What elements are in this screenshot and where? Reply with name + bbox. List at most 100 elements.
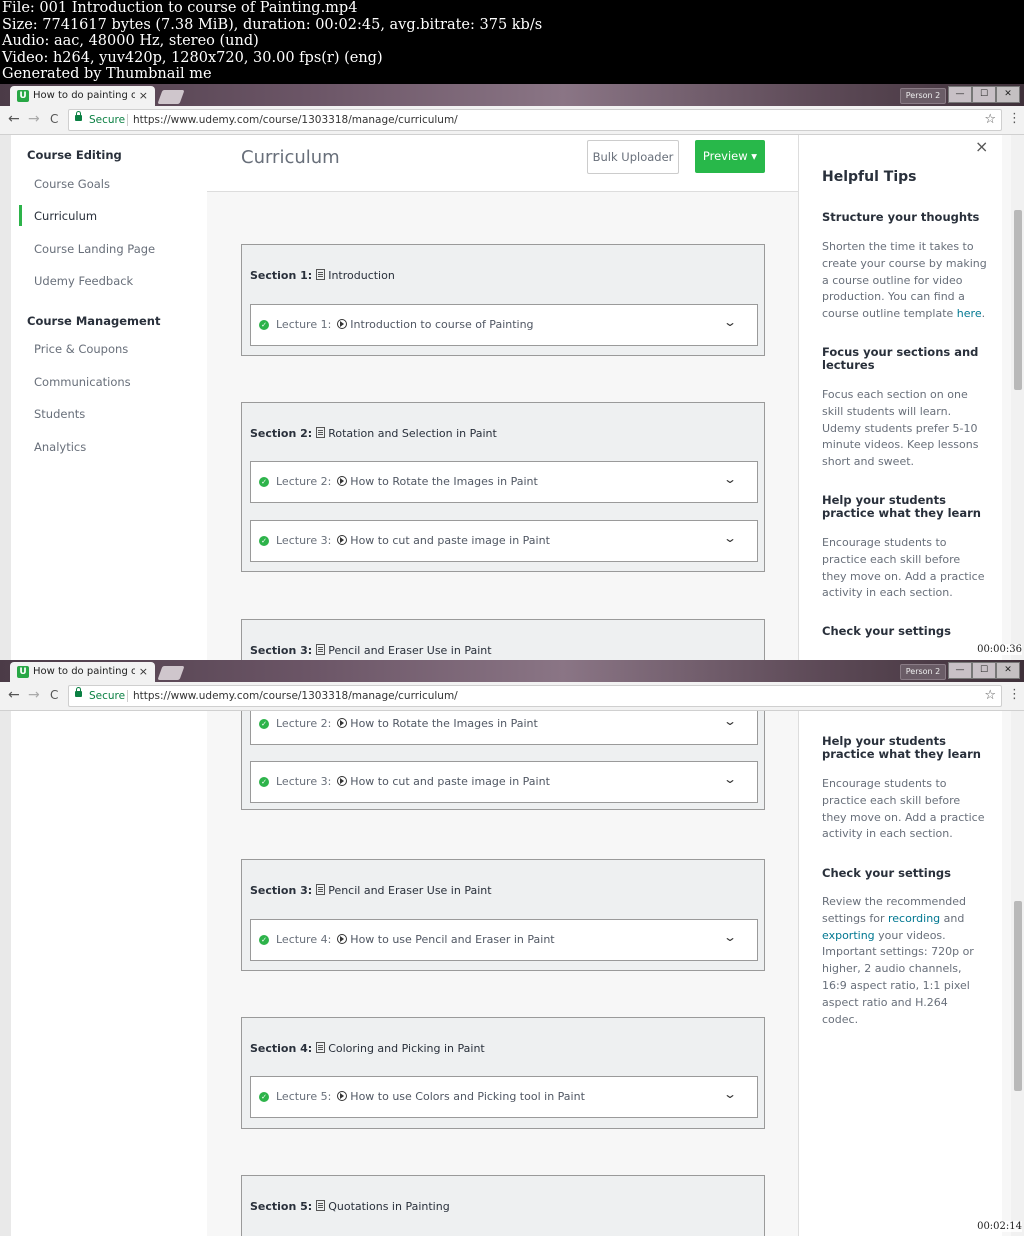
lecture-title: How to Rotate the Images in Paint: [350, 475, 538, 488]
section-title: Section 4: Coloring and Picking in Paint: [250, 1042, 485, 1055]
section-label: Section 2:: [250, 427, 313, 440]
preview-button[interactable]: Preview ▾: [695, 140, 765, 173]
browser-menu-icon[interactable]: ⋮: [1008, 687, 1021, 702]
scrollbar[interactable]: [1011, 711, 1024, 1236]
scrollbar-thumb[interactable]: [1014, 210, 1022, 390]
chevron-down-icon[interactable]: ⌄: [723, 930, 737, 944]
secure-label: Secure: [89, 690, 126, 702]
lecture-title: How to cut and paste image in Paint: [350, 775, 550, 788]
lecture-row[interactable]: ✓ Lecture 3: How to cut and paste image i…: [250, 761, 758, 803]
profile-button[interactable]: Person 2: [900, 664, 946, 680]
page-content: Course Editing Course Goals Curriculum C…: [0, 135, 1024, 660]
section-title: Section 3: Pencil and Eraser Use in Paint: [250, 884, 492, 897]
tip-text-practice: Encourage students to practice each skil…: [822, 777, 985, 841]
lecture-row[interactable]: ✓ Lecture 4: How to use Pencil and Eraser…: [250, 919, 758, 961]
helpful-tips-panel: Help your students practice what they le…: [798, 711, 1002, 1236]
section-title: Section 3: Pencil and Eraser Use in Paint: [250, 644, 492, 657]
lecture-title: How to cut and paste image in Paint: [350, 534, 550, 547]
new-tab-button[interactable]: [157, 666, 185, 680]
play-icon: [337, 718, 348, 728]
sidebar-item-students[interactable]: Students: [34, 407, 85, 421]
minimize-button[interactable]: —: [948, 86, 972, 103]
reload-icon[interactable]: C: [50, 112, 58, 126]
tip-heading-focus: Focus your sections and lectures: [822, 345, 979, 372]
size-line: Size: 7741617 bytes (7.38 MiB), duration…: [2, 16, 543, 33]
tab-close-icon[interactable]: ×: [139, 86, 148, 106]
forward-icon[interactable]: →: [28, 687, 40, 703]
maximize-button[interactable]: ☐: [972, 86, 996, 103]
sidebar-item-analytics[interactable]: Analytics: [34, 440, 86, 454]
reload-icon[interactable]: C: [50, 688, 58, 702]
profile-button[interactable]: Person 2: [900, 88, 946, 104]
sidebar-item-curriculum[interactable]: Curriculum: [34, 209, 97, 223]
sidebar-item-communications[interactable]: Communications: [34, 375, 131, 389]
tab-title: How to do painting on C: [33, 666, 135, 677]
left-edge: [0, 711, 11, 1236]
recording-link[interactable]: recording: [888, 912, 940, 925]
lecture-label: Lecture 3:: [276, 534, 332, 547]
address-bar: ← → C Secure https://www.udemy.com/cours…: [0, 106, 1024, 135]
bulk-uploader-button[interactable]: Bulk Uploader: [587, 140, 679, 174]
sidebar-item-udemy-feedback[interactable]: Udemy Feedback: [34, 274, 133, 288]
scrollbar-thumb[interactable]: [1014, 901, 1022, 1091]
lecture-row[interactable]: ✓ Lecture 1: Introduction to course of Pa…: [250, 304, 758, 346]
bookmark-star-icon[interactable]: ☆: [984, 110, 996, 130]
chevron-down-icon[interactable]: ⌄: [723, 1087, 737, 1101]
chevron-down-icon[interactable]: ⌄: [723, 472, 737, 486]
file-line: File: 001 Introduction to course of Pain…: [2, 0, 358, 16]
section-card: Section 2: Rotation and Selection in Pain…: [241, 402, 765, 572]
tab-close-icon[interactable]: ×: [139, 662, 148, 682]
tab-strip: U How to do painting on C × Person 2 — ☐…: [0, 660, 1024, 682]
back-icon[interactable]: ←: [8, 687, 20, 703]
browser-tab[interactable]: U How to do painting on C ×: [10, 86, 155, 106]
scrollbar[interactable]: [1011, 135, 1024, 660]
document-icon: [316, 884, 326, 895]
sidebar-item-course-goals[interactable]: Course Goals: [34, 177, 110, 191]
sidebar-item-landing-page[interactable]: Course Landing Page: [34, 242, 155, 256]
section-title: Section 1: Introduction: [250, 269, 395, 282]
close-window-button[interactable]: ✕: [996, 86, 1020, 103]
lecture-label: Lecture 3:: [276, 775, 332, 788]
url-text: https://www.udemy.com/course/1303318/man…: [133, 114, 458, 126]
video-info-header: File: 001 Introduction to course of Pain…: [0, 0, 1024, 84]
play-icon: [337, 1091, 348, 1101]
url-input[interactable]: Secure https://www.udemy.com/course/1303…: [68, 685, 1002, 707]
lecture-row[interactable]: ✓ Lecture 5: How to use Colors and Pickin…: [250, 1076, 758, 1118]
browser-tab[interactable]: U How to do painting on C ×: [10, 662, 155, 682]
lecture-text: Lecture 1: Introduction to course of Pain…: [276, 318, 534, 331]
lecture-title: How to Rotate the Images in Paint: [350, 717, 538, 730]
chevron-down-icon[interactable]: ⌄: [723, 772, 737, 786]
section-card: Section 5: Quotations in Painting: [241, 1175, 765, 1236]
play-icon: [337, 535, 348, 545]
check-circle-icon: ✓: [259, 1092, 269, 1102]
browser-menu-icon[interactable]: ⋮: [1008, 111, 1021, 126]
forward-icon[interactable]: →: [28, 111, 40, 127]
bookmark-star-icon[interactable]: ☆: [984, 686, 996, 706]
play-icon: [337, 319, 348, 329]
template-link[interactable]: here: [957, 307, 982, 320]
close-icon[interactable]: ×: [975, 137, 988, 156]
lecture-row[interactable]: ✓ Lecture 2: How to Rotate the Images in …: [250, 461, 758, 503]
chevron-down-icon[interactable]: ⌄: [723, 714, 737, 728]
chevron-down-icon[interactable]: ⌄: [723, 531, 737, 545]
play-icon: [337, 776, 348, 786]
lecture-row[interactable]: ✓ Lecture 2: How to Rotate the Images in …: [250, 711, 758, 745]
page-title: Curriculum: [241, 147, 340, 168]
exporting-link[interactable]: exporting: [822, 929, 875, 942]
chevron-down-icon[interactable]: ⌄: [723, 315, 737, 329]
course-sidebar: Course Editing Course Goals Curriculum C…: [11, 135, 207, 660]
tip-heading-practice: Help your students practice what they le…: [822, 493, 981, 520]
lecture-text: Lecture 2: How to Rotate the Images in Pa…: [276, 717, 538, 730]
section-card: ✓ Lecture 2: How to Rotate the Images in …: [241, 711, 765, 810]
new-tab-button[interactable]: [157, 90, 185, 104]
check-circle-icon: ✓: [259, 536, 269, 546]
close-window-button[interactable]: ✕: [996, 662, 1020, 679]
back-icon[interactable]: ←: [8, 111, 20, 127]
maximize-button[interactable]: ☐: [972, 662, 996, 679]
lecture-title: Introduction to course of Painting: [350, 318, 534, 331]
url-input[interactable]: Secure https://www.udemy.com/course/1303…: [68, 109, 1002, 131]
minimize-button[interactable]: —: [948, 662, 972, 679]
sidebar-item-price-coupons[interactable]: Price & Coupons: [34, 342, 128, 356]
screenshot-frame-2: U How to do painting on C × Person 2 — ☐…: [0, 660, 1024, 1236]
lecture-row[interactable]: ✓ Lecture 3: How to cut and paste image i…: [250, 520, 758, 562]
